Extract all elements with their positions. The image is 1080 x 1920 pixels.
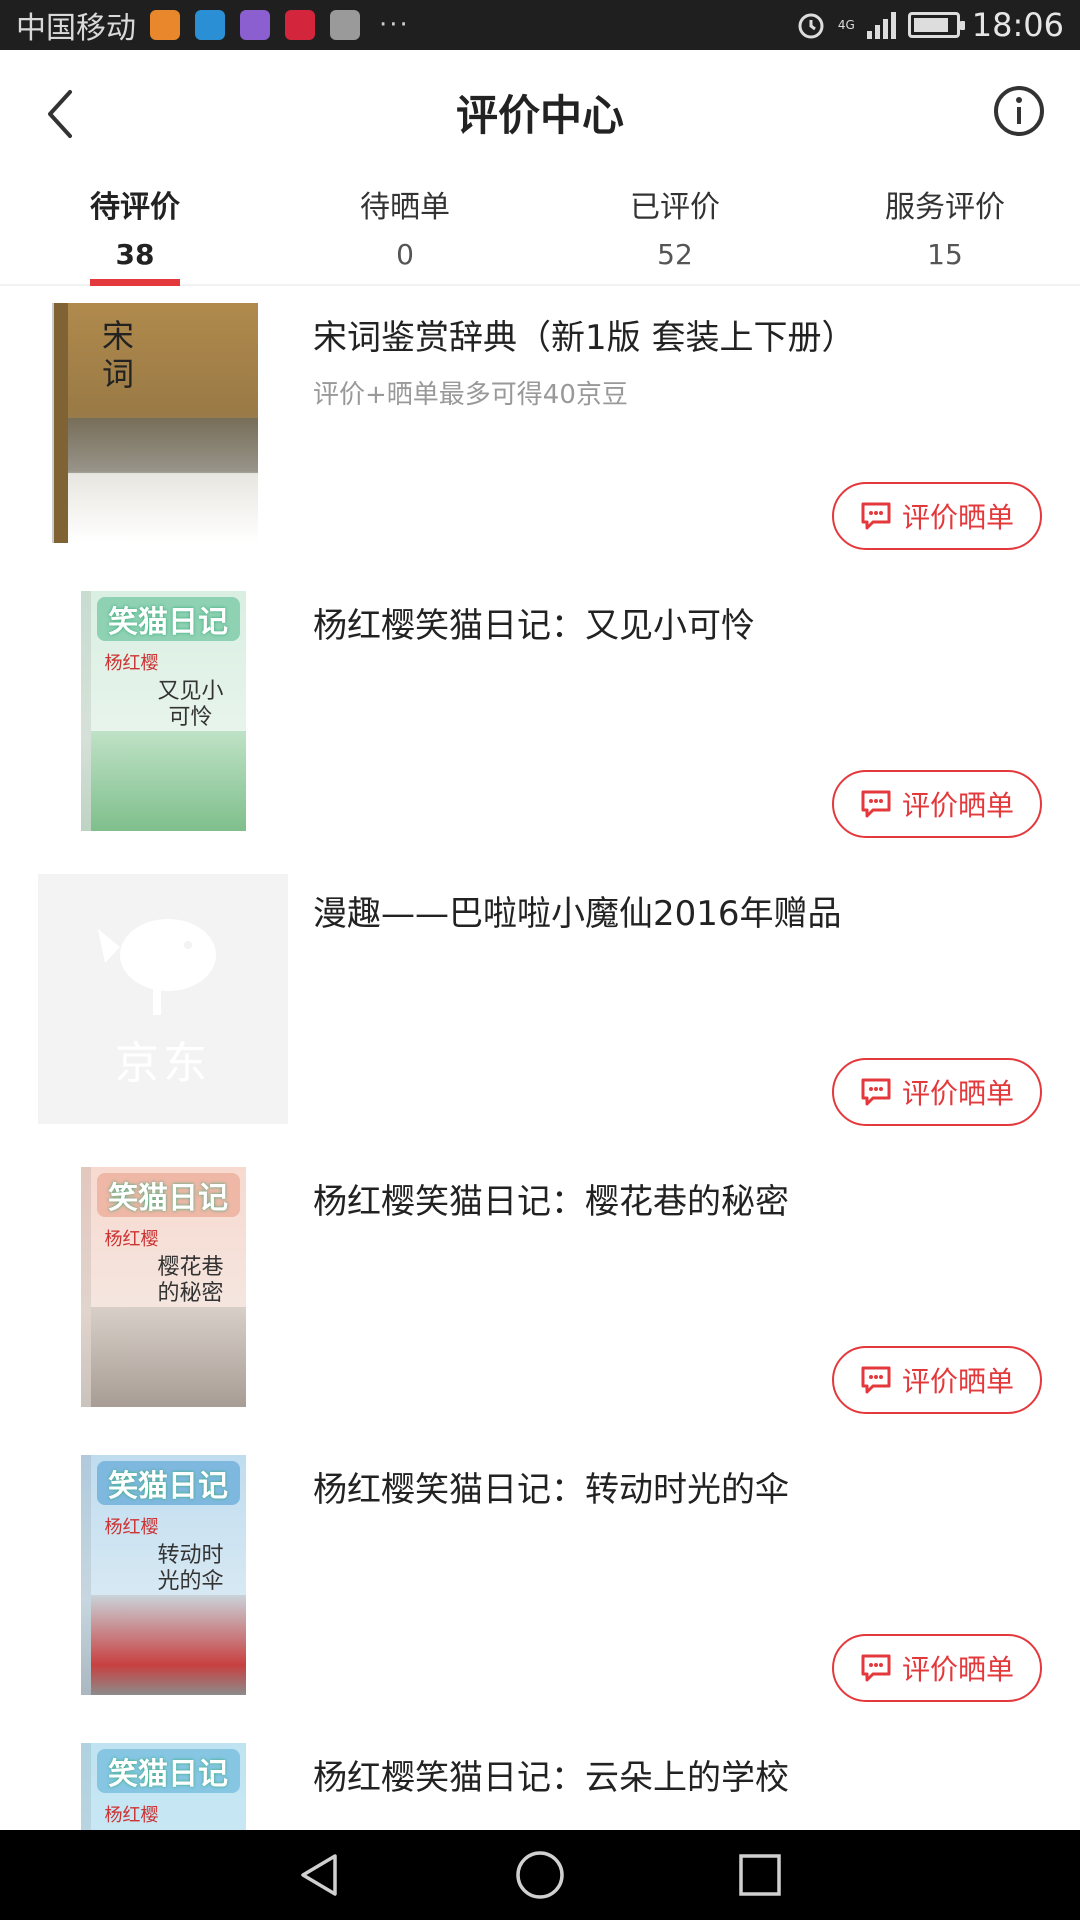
- nav-home-icon: [516, 1851, 564, 1899]
- tab-label: 待晒单: [360, 190, 450, 225]
- back-button[interactable]: [38, 86, 88, 142]
- header: 评价中心: [0, 50, 1080, 174]
- comment-icon: [861, 790, 891, 818]
- tab-count: 15: [927, 238, 963, 271]
- health-app-icon: [150, 10, 180, 40]
- system-nav-bar: [0, 1830, 1080, 1920]
- tab-label: 已评价: [630, 190, 720, 225]
- product-title[interactable]: 杨红樱笑猫日记：又见小可怜: [313, 598, 755, 647]
- cover-title: 又见小可怜: [157, 679, 224, 730]
- nav-back-button[interactable]: [292, 1847, 348, 1903]
- review-list: 宋词 宋词鉴赏辞典（新1版 套装上下册） 评价+晒单最多可得40京豆 评价晒单 …: [0, 288, 1080, 1830]
- cover-brand: 笑猫日记: [96, 1749, 240, 1793]
- review-button-label: 评价晒单: [901, 501, 1014, 534]
- status-bar: 中国移动 ··· 4G 18:06: [0, 0, 1080, 50]
- comment-icon: [861, 1654, 891, 1682]
- nav-home-button[interactable]: [512, 1847, 568, 1903]
- tab-count: 38: [115, 238, 155, 271]
- placeholder-image: 京东: [38, 874, 288, 1124]
- network-type-label: 4G: [837, 18, 855, 32]
- tab-label: 服务评价: [885, 190, 1005, 225]
- battery-icon: [907, 12, 965, 38]
- mail-app-icon: [330, 10, 360, 40]
- comment-icon: [861, 1366, 891, 1394]
- review-button-label: 评价晒单: [901, 1077, 1014, 1110]
- info-icon: [994, 86, 1044, 136]
- tab-count: 0: [396, 238, 414, 271]
- placeholder-brand: 京东: [115, 1038, 211, 1089]
- tab-bar: 待评价 38 待晒单 0 已评价 52 服务评价 15: [0, 174, 1080, 286]
- product-title[interactable]: 杨红樱笑猫日记：云朵上的学校: [313, 1750, 789, 1799]
- review-button[interactable]: 评价晒单: [832, 482, 1042, 550]
- product-title[interactable]: 宋词鉴赏辞典（新1版 套装上下册）: [313, 310, 855, 359]
- cover-author: 杨红樱: [104, 653, 159, 674]
- product-title[interactable]: 杨红樱笑猫日记：转动时光的伞: [313, 1462, 789, 1511]
- tab-pending-review[interactable]: 待评价 38: [0, 174, 270, 284]
- book-cover: 笑猫日记 杨红樱: [80, 1743, 246, 1830]
- product-thumbnail[interactable]: 笑猫日记 杨红樱 转动时光的伞: [38, 1450, 288, 1700]
- review-button[interactable]: 评价晒单: [832, 1058, 1042, 1126]
- tab-label: 待评价: [90, 190, 180, 225]
- tab-count: 52: [657, 238, 693, 271]
- page-title: 评价中心: [455, 90, 624, 140]
- cover-author: 杨红樱: [104, 1805, 159, 1826]
- nav-back-icon: [301, 1854, 337, 1896]
- tab-service-review[interactable]: 服务评价 15: [810, 174, 1080, 284]
- gallery-app-icon: [240, 10, 270, 40]
- book-cover: 笑猫日记 杨红樱 樱花巷的秘密: [80, 1167, 246, 1407]
- clock: 18:06: [971, 6, 1064, 44]
- nav-recents-icon: [739, 1854, 781, 1896]
- list-item[interactable]: 笑猫日记 杨红樱 樱花巷的秘密 杨红樱笑猫日记：樱花巷的秘密 评价晒单: [0, 1152, 1080, 1440]
- product-thumbnail[interactable]: 宋词: [38, 298, 288, 548]
- product-thumbnail[interactable]: 笑猫日记 杨红樱 又见小可怜: [38, 586, 288, 836]
- cover-title: 转动时光的伞: [157, 1543, 224, 1594]
- signal-icon: [866, 11, 896, 39]
- nav-recents-button[interactable]: [732, 1847, 788, 1903]
- list-item[interactable]: 笑猫日记 杨红樱 又见小可怜 杨红樱笑猫日记：又见小可怜 评价晒单: [0, 576, 1080, 864]
- huawei-app-icon: [285, 10, 315, 40]
- product-title[interactable]: 漫趣——巴啦啦小魔仙2016年赠品: [313, 886, 842, 935]
- review-button-label: 评价晒单: [901, 1365, 1014, 1398]
- info-button[interactable]: [992, 84, 1046, 138]
- battery-level: [913, 18, 948, 32]
- cover-title: 樱花巷的秘密: [157, 1255, 224, 1306]
- message-app-icon: [195, 10, 225, 40]
- product-thumbnail[interactable]: 笑猫日记 杨红樱 樱花巷的秘密: [38, 1162, 288, 1412]
- list-item[interactable]: 笑猫日记 杨红樱 转动时光的伞 杨红樱笑猫日记：转动时光的伞 评价晒单: [0, 1440, 1080, 1728]
- cover-brand: 笑猫日记: [96, 1461, 240, 1505]
- jd-dog-logo-icon: [98, 919, 216, 1015]
- review-button[interactable]: 评价晒单: [832, 770, 1042, 838]
- book-cover: 笑猫日记 杨红樱 转动时光的伞: [80, 1455, 246, 1695]
- product-title[interactable]: 杨红樱笑猫日记：樱花巷的秘密: [313, 1174, 789, 1223]
- tab-pending-photos[interactable]: 待晒单 0: [270, 174, 540, 284]
- review-button[interactable]: 评价晒单: [832, 1346, 1042, 1414]
- screen: 中国移动 ··· 4G 18:06 评价中心 待评价 38 待晒单 0 已评价 …: [0, 0, 1080, 1920]
- cover-author: 杨红樱: [104, 1229, 159, 1250]
- alarm-icon: [798, 13, 824, 39]
- product-thumbnail[interactable]: 笑猫日记 杨红樱: [38, 1738, 288, 1830]
- back-arrow-icon: [48, 90, 72, 138]
- review-button[interactable]: 评价晒单: [832, 1634, 1042, 1702]
- book-cover: 宋词: [68, 303, 258, 543]
- more-notifications-icon: ···: [379, 10, 410, 40]
- comment-icon: [861, 1078, 891, 1106]
- cover-brand: 笑猫日记: [96, 597, 240, 641]
- list-item[interactable]: 京东 漫趣——巴啦啦小魔仙2016年赠品 评价晒单: [0, 864, 1080, 1152]
- list-item[interactable]: 笑猫日记 杨红樱 杨红樱笑猫日记：云朵上的学校: [0, 1728, 1080, 1830]
- carrier-label: 中国移动: [16, 11, 136, 46]
- review-button-label: 评价晒单: [901, 1653, 1014, 1686]
- tab-reviewed[interactable]: 已评价 52: [540, 174, 810, 284]
- cover-author: 杨红樱: [104, 1517, 159, 1538]
- review-button-label: 评价晒单: [901, 789, 1014, 822]
- list-item[interactable]: 宋词 宋词鉴赏辞典（新1版 套装上下册） 评价+晒单最多可得40京豆 评价晒单: [0, 288, 1080, 576]
- book-cover: 笑猫日记 杨红樱 又见小可怜: [80, 591, 246, 831]
- cover-title: 宋词: [102, 317, 135, 393]
- reward-hint: 评价+晒单最多可得40京豆: [313, 380, 628, 410]
- cover-brand: 笑猫日记: [96, 1173, 240, 1217]
- comment-icon: [861, 502, 891, 530]
- product-thumbnail[interactable]: 京东: [38, 874, 288, 1124]
